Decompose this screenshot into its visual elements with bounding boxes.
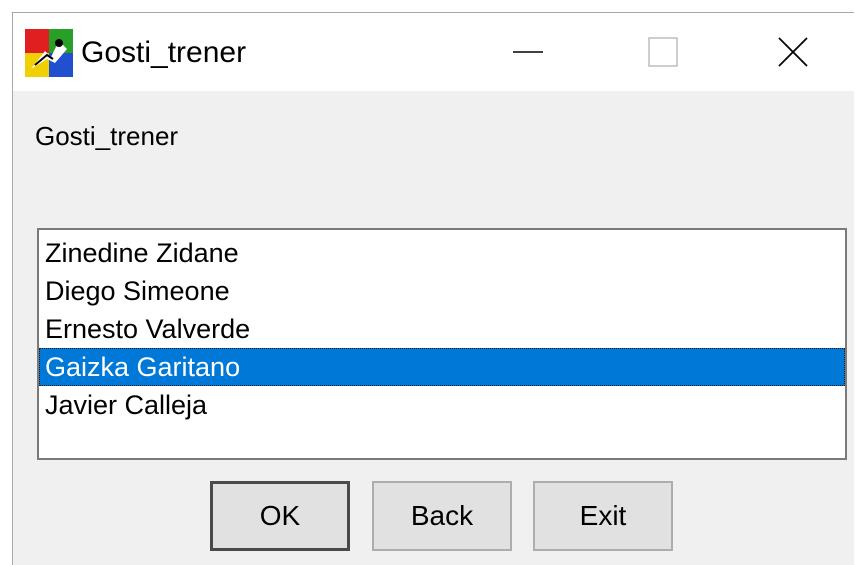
coach-listbox[interactable]: Zinedine Zidane Diego Simeone Ernesto Valv… [37,228,847,460]
list-item[interactable]: Diego Simeone [39,272,845,310]
list-item[interactable]: Zinedine Zidane [39,234,845,272]
minimize-button[interactable] [468,13,588,91]
window-title: Gosti_trener [81,36,247,69]
exit-button[interactable]: Exit [533,481,673,551]
close-button[interactable] [733,13,853,91]
maximize-icon [648,37,678,67]
list-item[interactable]: Javier Calleja [39,386,845,424]
form-label: Gosti_trener [35,121,179,151]
app-icon [25,29,73,77]
title-bar[interactable]: Gosti_trener [13,13,854,91]
close-icon [778,37,808,67]
ok-button[interactable]: OK [210,481,350,551]
dialog-window: Gosti_trener Gosti_trener Zinedine Zidan… [12,12,854,565]
minimize-icon [513,51,543,53]
list-item[interactable]: Ernesto Valverde [39,310,845,348]
list-item[interactable]: Gaizka Garitano [39,348,845,386]
maximize-button[interactable] [603,13,723,91]
back-button[interactable]: Back [372,481,512,551]
